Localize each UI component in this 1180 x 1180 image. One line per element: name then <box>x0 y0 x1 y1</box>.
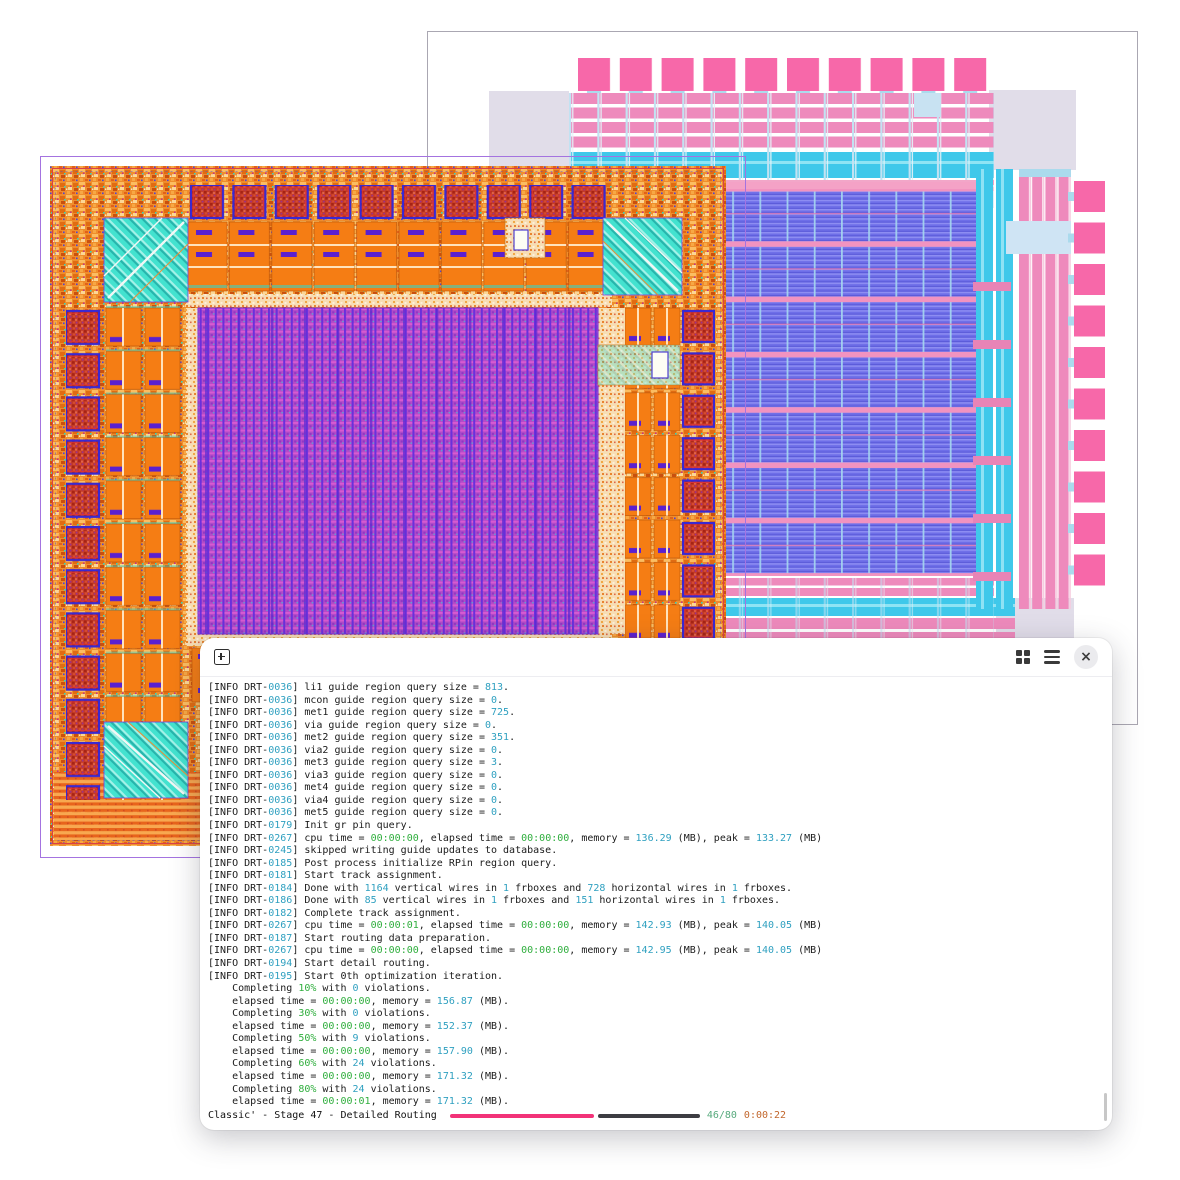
progress-bar <box>450 1114 700 1118</box>
log-line: [INFO DRT-0245] skipped writing guide up… <box>208 845 1104 858</box>
routing-corner-top-left <box>104 218 188 302</box>
log-lines: [INFO DRT-0036] li1 guide region query s… <box>208 682 1104 1109</box>
log-window-header: × <box>200 638 1112 677</box>
log-line: [INFO DRT-0267] cpu time = 00:00:00, ela… <box>208 833 1104 846</box>
routing-core <box>198 308 598 634</box>
routing-top-pad-row <box>186 185 612 307</box>
log-line: [INFO DRT-0036] via3 guide region query … <box>208 770 1104 783</box>
log-line: Completing 80% with 24 violations. <box>208 1084 1104 1097</box>
status-row: Classic' - Stage 47 - Detailed Routing 4… <box>208 1110 1104 1123</box>
routing-highlight-block-right <box>598 345 680 385</box>
log-line: [INFO DRT-0036] met2 guide region query … <box>208 732 1104 745</box>
macro-right-bus <box>973 169 1071 609</box>
log-line: Completing 30% with 0 violations. <box>208 1008 1104 1021</box>
log-line: elapsed time = 00:00:01, memory = 171.32… <box>208 1096 1104 1109</box>
routing-corner-top-right <box>603 218 682 295</box>
macro-top-pad-row <box>578 58 993 98</box>
expand-plus-icon[interactable] <box>214 649 230 665</box>
elapsed-time: 0:00:22 <box>744 1110 786 1123</box>
log-line: [INFO DRT-0184] Done with 1164 vertical … <box>208 883 1104 896</box>
log-line: Completing 50% with 9 violations. <box>208 1033 1104 1046</box>
log-line: [INFO DRT-0036] met1 guide region query … <box>208 707 1104 720</box>
log-line: [INFO DRT-0179] Init gr pin query. <box>208 820 1104 833</box>
progress-bar-completed <box>450 1114 594 1118</box>
log-line: [INFO DRT-0036] via4 guide region query … <box>208 795 1104 808</box>
scrollbar-thumb[interactable] <box>1104 1093 1107 1121</box>
log-line: Completing 10% with 0 violations. <box>208 983 1104 996</box>
routing-corner-bottom-left <box>104 722 188 798</box>
log-line: [INFO DRT-0186] Done with 85 vertical wi… <box>208 895 1104 908</box>
log-line: elapsed time = 00:00:00, memory = 171.32… <box>208 1071 1104 1084</box>
progress-bar-remaining <box>598 1114 700 1118</box>
log-line: [INFO DRT-0267] cpu time = 00:00:00, ela… <box>208 945 1104 958</box>
log-line: [INFO DRT-0194] Start detail routing. <box>208 958 1104 971</box>
log-line: [INFO DRT-0036] via2 guide region query … <box>208 745 1104 758</box>
log-line: [INFO DRT-0185] Post process initialize … <box>208 858 1104 871</box>
grid-view-icon[interactable] <box>1016 650 1031 665</box>
log-line: [INFO DRT-0036] li1 guide region query s… <box>208 682 1104 695</box>
log-line: elapsed time = 00:00:00, memory = 156.87… <box>208 996 1104 1009</box>
log-line: [INFO DRT-0036] met5 guide region query … <box>208 807 1104 820</box>
log-window: × [INFO DRT-0036] li1 guide region query… <box>200 638 1112 1130</box>
log-line: [INFO DRT-0267] cpu time = 00:00:01, ela… <box>208 920 1104 933</box>
log-line: Completing 60% with 24 violations. <box>208 1058 1104 1071</box>
progress-fraction: 46/80 <box>707 1110 737 1123</box>
log-line: elapsed time = 00:00:00, memory = 152.37… <box>208 1021 1104 1034</box>
macro-right-pad-column <box>1068 181 1105 596</box>
log-line: [INFO DRT-0195] Start 0th optimization i… <box>208 971 1104 984</box>
log-line: [INFO DRT-0182] Complete track assignmen… <box>208 908 1104 921</box>
log-line: [INFO DRT-0036] met4 guide region query … <box>208 782 1104 795</box>
log-line: [INFO DRT-0036] via guide region query s… <box>208 720 1104 733</box>
log-line: [INFO DRT-0181] Start track assignment. <box>208 870 1104 883</box>
log-line: [INFO DRT-0036] met3 guide region query … <box>208 757 1104 770</box>
log-line: elapsed time = 00:00:00, memory = 157.90… <box>208 1046 1104 1059</box>
menu-icon[interactable] <box>1044 650 1060 664</box>
log-output[interactable]: [INFO DRT-0036] li1 guide region query s… <box>200 677 1112 1122</box>
log-line: [INFO DRT-0036] mcon guide region query … <box>208 695 1104 708</box>
log-line: [INFO DRT-0187] Start routing data prepa… <box>208 933 1104 946</box>
status-label: Classic' - Stage 47 - Detailed Routing <box>208 1110 443 1123</box>
routing-highlight-block-top <box>505 218 545 258</box>
close-icon[interactable]: × <box>1074 645 1098 669</box>
